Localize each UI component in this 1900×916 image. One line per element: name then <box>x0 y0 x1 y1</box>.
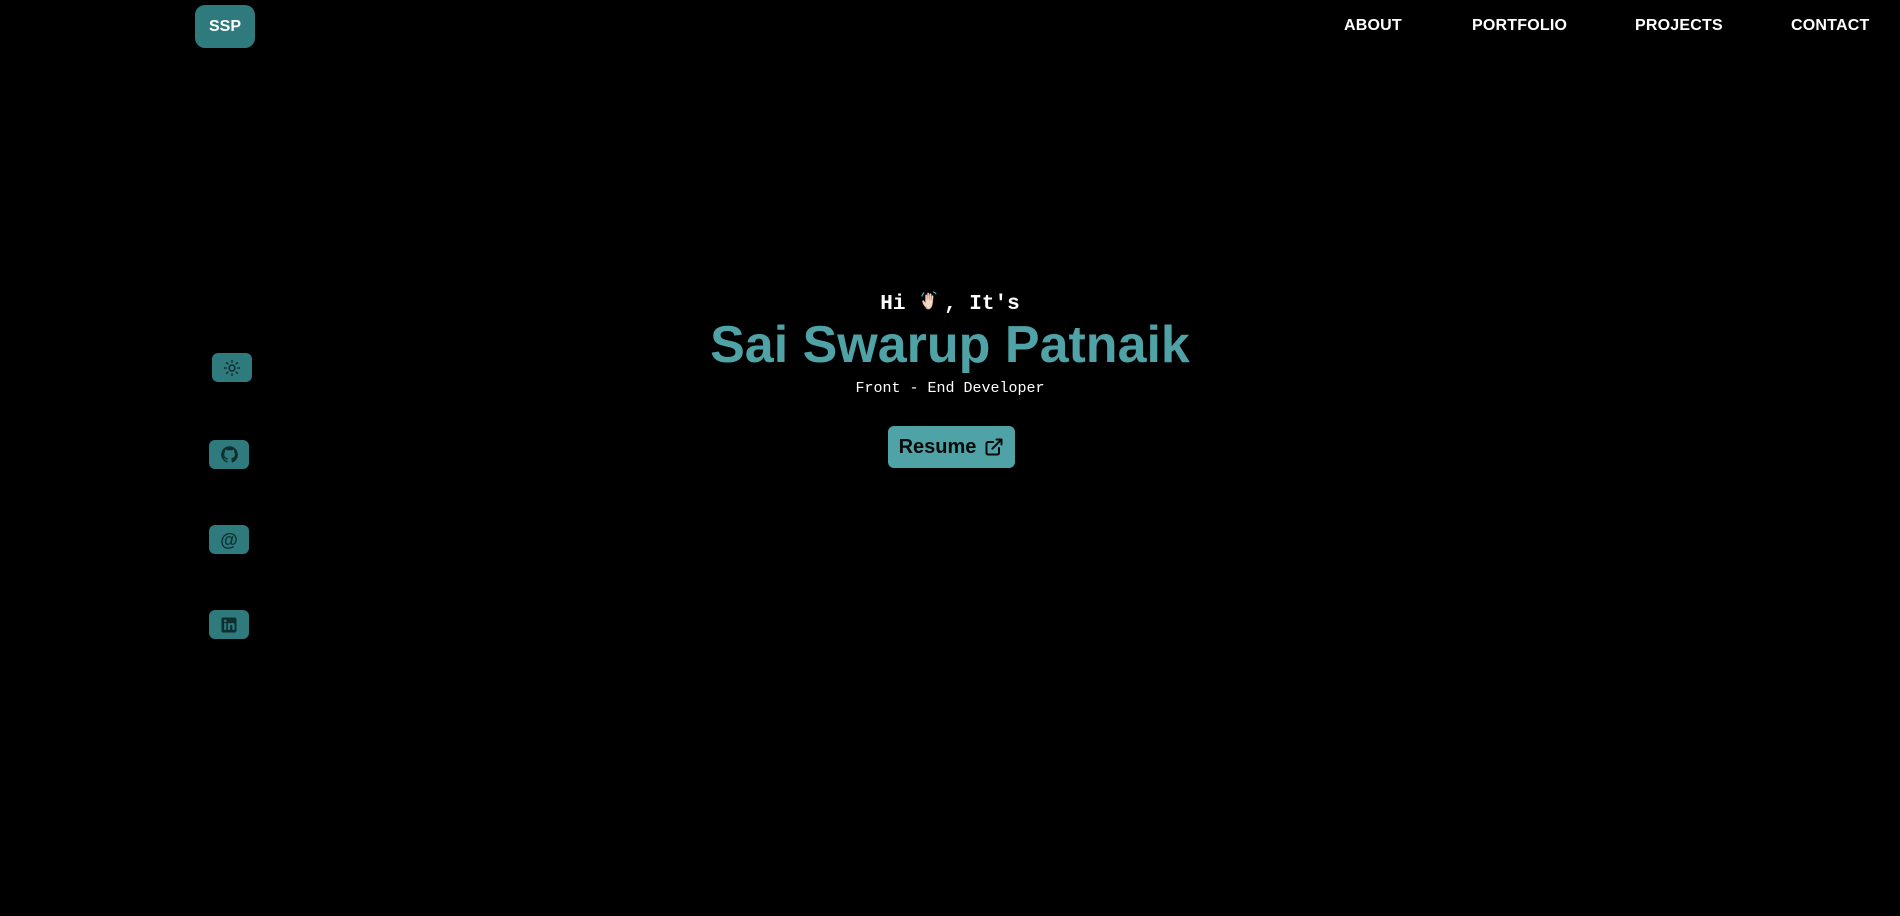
external-link-icon <box>985 438 1003 456</box>
hero-name: Sai Swarup Patnaik <box>710 316 1190 374</box>
github-link[interactable] <box>209 440 249 469</box>
resume-label: Resume <box>898 435 977 458</box>
logo-button[interactable]: SSP <box>195 5 255 48</box>
page: SSP ABOUT PORTFOLIO PROJECTS CONTACT @ H… <box>0 0 1900 916</box>
greeting: Hi , It's <box>0 288 1900 319</box>
hero-role: Front - End Developer <box>855 380 1045 397</box>
nav-portfolio[interactable]: PORTFOLIO <box>1472 17 1567 35</box>
email-icon: @ <box>220 529 238 550</box>
linkedin-link[interactable] <box>209 610 249 639</box>
linkedin-icon <box>221 617 237 632</box>
github-icon <box>220 446 238 463</box>
nav-contact[interactable]: CONTACT <box>1791 17 1869 35</box>
greeting-suffix: , It's <box>944 293 1020 316</box>
logo-text: SSP <box>208 17 241 35</box>
waving-hand-icon <box>918 288 944 319</box>
greeting-prefix: Hi <box>880 293 919 316</box>
email-link[interactable]: @ <box>209 525 249 554</box>
nav-projects[interactable]: PROJECTS <box>1635 17 1723 35</box>
nav-about[interactable]: ABOUT <box>1344 17 1402 35</box>
resume-button[interactable]: Resume <box>888 426 1015 468</box>
